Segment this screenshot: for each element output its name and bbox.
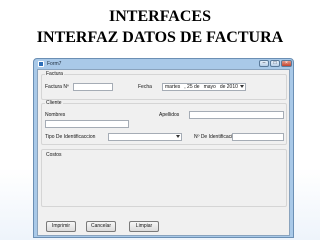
fecha-day: , 25 de	[184, 84, 200, 90]
costos-legend: Costos	[45, 152, 63, 158]
fecha-weekday: martes	[165, 84, 181, 90]
nombres-label: Nombres	[45, 112, 66, 118]
cliente-group: Cliente Nombres Apellidos Tipo De Identi…	[41, 100, 287, 145]
costos-group: Costos	[41, 149, 287, 207]
chevron-down-icon[interactable]	[240, 85, 244, 88]
close-button[interactable]: ×	[281, 60, 292, 67]
window-title: Form7	[47, 61, 62, 67]
numero-identificacion-input[interactable]	[232, 133, 284, 141]
form-client-area: Factura Factura Nº Fecha martes, 25 de ma…	[37, 69, 290, 236]
minimize-button[interactable]: –	[259, 60, 269, 67]
factura-group: Factura Factura Nº Fecha martes, 25 de ma…	[41, 71, 287, 100]
chevron-down-icon[interactable]	[176, 135, 180, 138]
fecha-label: Fecha	[138, 84, 152, 90]
fecha-date-picker[interactable]: martes, 25 de mayo de 2010	[162, 83, 246, 91]
factura-number-label: Factura Nº	[45, 84, 69, 90]
title-bar[interactable]: Form7 – □ ×	[34, 59, 293, 69]
factura-legend: Factura	[45, 71, 64, 77]
app-icon	[38, 61, 44, 67]
imprimir-button[interactable]: Imprimir	[46, 221, 76, 232]
form-window: Form7 – □ × Factura Factura Nº Fecha mar…	[33, 58, 294, 238]
tipo-identificacion-select[interactable]	[108, 133, 182, 141]
apellidos-label: Apellidos	[159, 112, 180, 118]
factura-number-input[interactable]	[73, 83, 113, 91]
fecha-month: mayo	[203, 84, 216, 90]
fecha-year: de 2010	[219, 84, 238, 90]
cliente-legend: Cliente	[45, 100, 63, 106]
slide-title: INTERFACES	[109, 8, 211, 25]
slide-subtitle: INTERFAZ DATOS DE FACTURA	[36, 29, 284, 46]
maximize-button[interactable]: □	[270, 60, 280, 67]
nombres-input[interactable]	[45, 120, 129, 128]
apellidos-input[interactable]	[189, 111, 284, 119]
cancelar-button[interactable]: Cancelar	[86, 221, 116, 232]
limpiar-button[interactable]: Limpiar	[129, 221, 159, 232]
tipo-identificacion-label: Tipo De Identificaccion	[45, 134, 96, 140]
